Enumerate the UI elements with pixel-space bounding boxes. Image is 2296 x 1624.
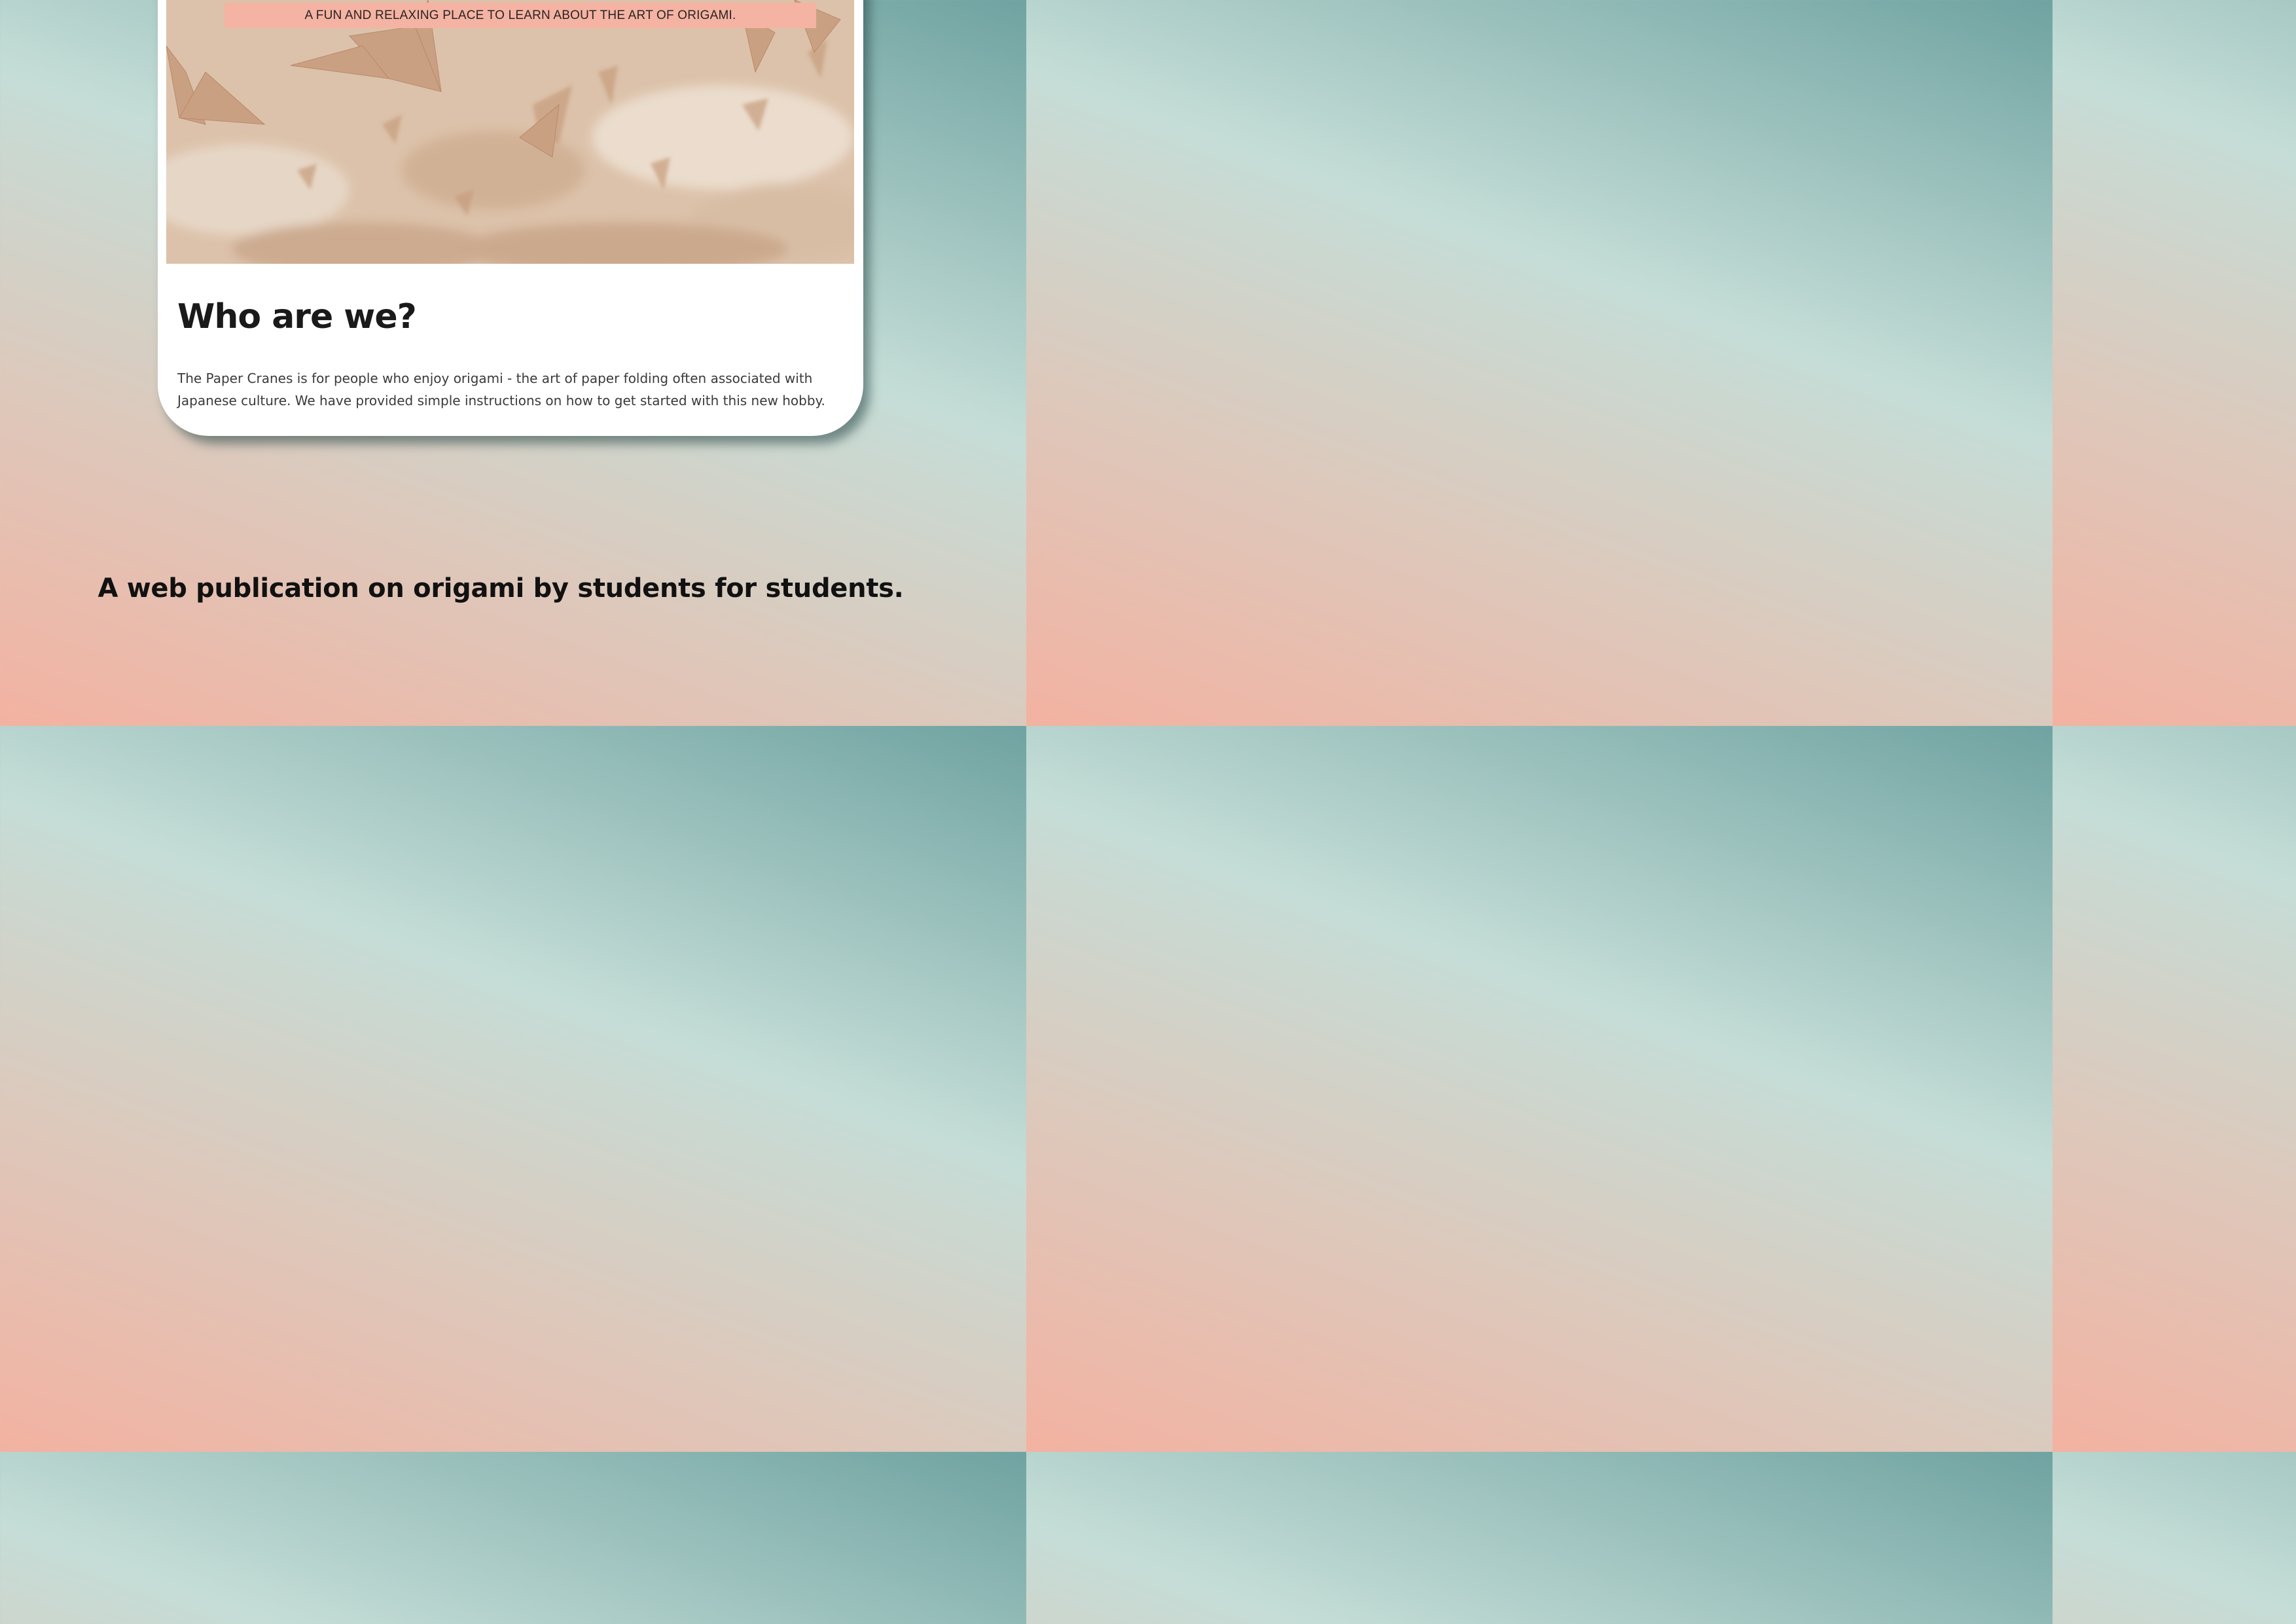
- caption-text: A web publication on origami by students…: [98, 573, 904, 604]
- section-heading: Who are we?: [177, 297, 417, 336]
- phone-mockup: A FUN AND RELAXING PLACE TO LEARN ABOUT …: [158, 0, 863, 436]
- tagline-text: A FUN AND RELAXING PLACE TO LEARN ABOUT …: [304, 8, 736, 22]
- hero-image: A FUN AND RELAXING PLACE TO LEARN ABOUT …: [166, 0, 854, 264]
- tagline-banner: A FUN AND RELAXING PLACE TO LEARN ABOUT …: [224, 3, 816, 28]
- paper-cranes-image: [166, 0, 854, 264]
- about-paragraph: The Paper Cranes is for people who enjoy…: [177, 370, 825, 408]
